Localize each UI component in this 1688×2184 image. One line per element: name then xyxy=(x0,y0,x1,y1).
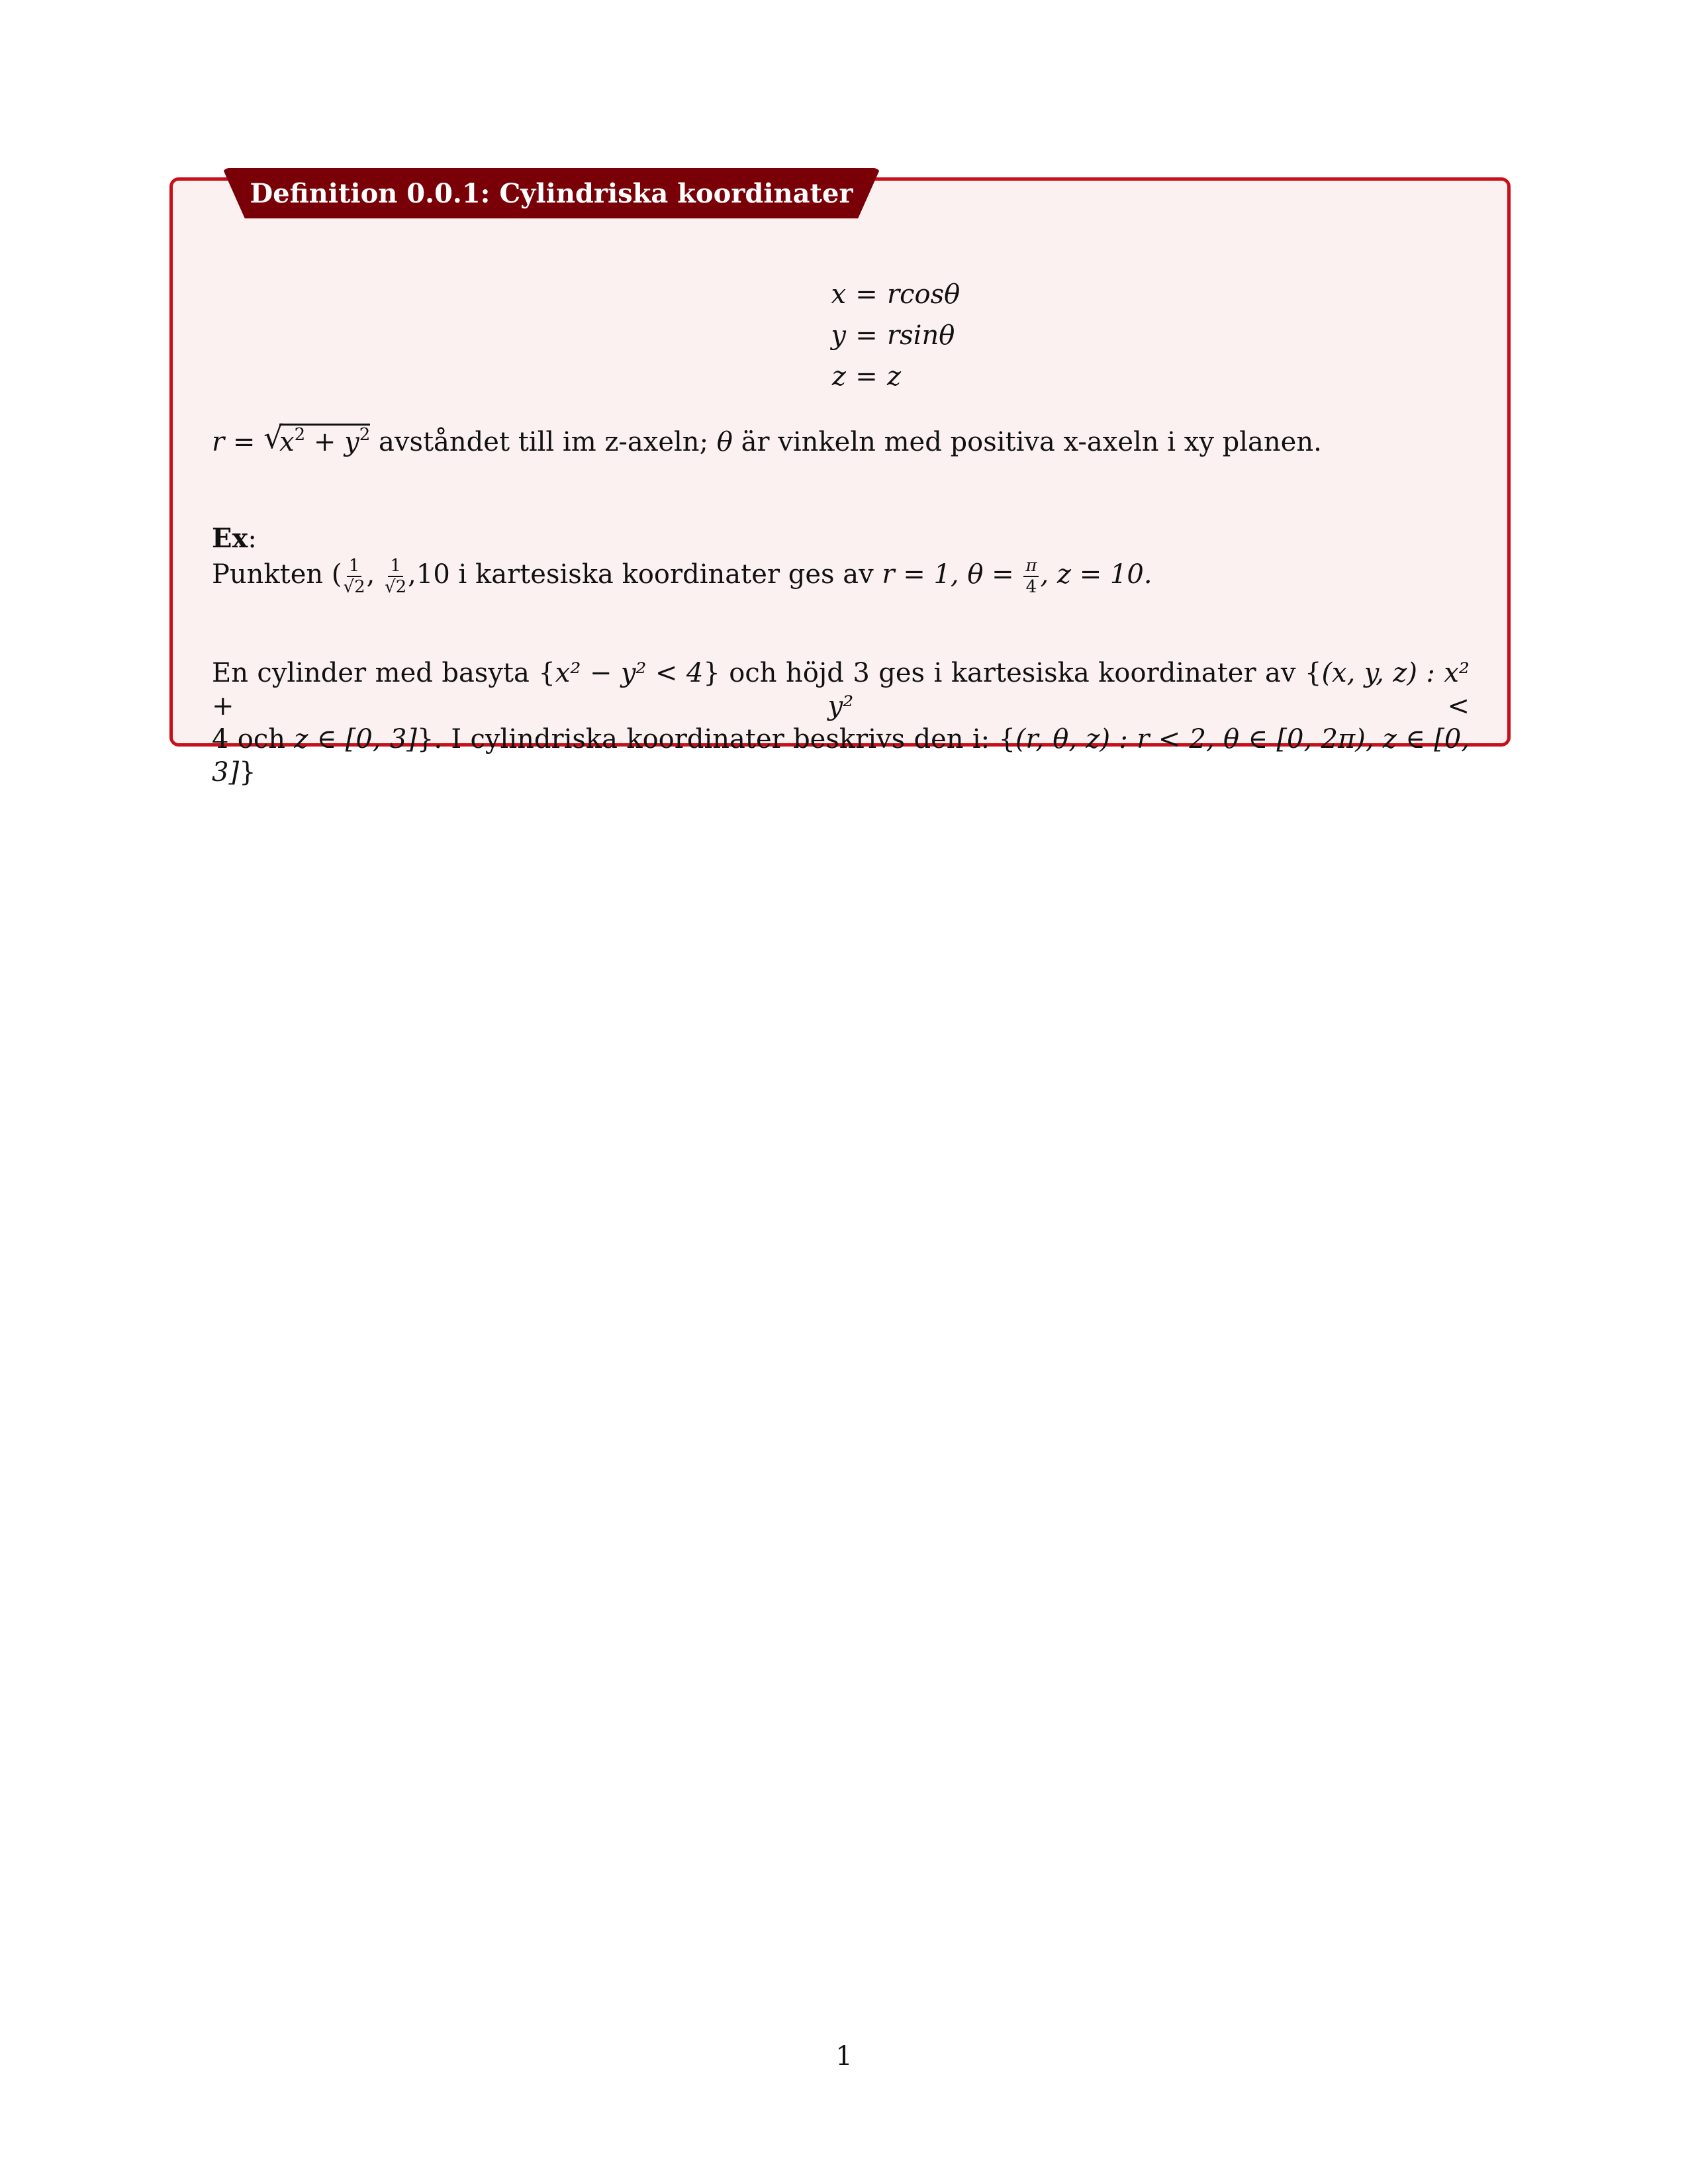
cylinder-text: }. I cylindriska koordinater beskrivs de… xyxy=(416,724,1015,754)
equation-row: z = z xyxy=(662,356,993,397)
cylinder-paragraph: En cylinder med basyta {x² − y² < 4} och… xyxy=(212,657,1470,789)
exponent: 2 xyxy=(359,425,371,445)
equation-row: y = rsinθ xyxy=(662,315,993,356)
equation-lhs: y xyxy=(831,320,846,351)
cylinder-text: } xyxy=(239,757,256,788)
cylinder-text: } och höjd 3 ges i kartesiska koordinate… xyxy=(703,658,1322,688)
fraction-numerator: 1 xyxy=(346,556,362,577)
r-description-1: avståndet till im z-axeln; xyxy=(370,427,717,457)
example-label: Ex xyxy=(212,523,248,554)
cylinder-line-1: En cylinder med basyta {x² − y² < 4} och… xyxy=(212,657,1470,723)
fraction-numerator: 1 xyxy=(388,556,403,577)
equation-operator: = xyxy=(855,361,878,392)
cylinder-line-2: 4 och z ∈ [0, 3]}. I cylindriska koordin… xyxy=(212,723,1470,789)
polar-values: r = 1, θ = xyxy=(882,559,1023,590)
example-tail: , z = 10. xyxy=(1040,559,1152,590)
equation-rhs: rsinθ xyxy=(887,320,955,351)
comma: , xyxy=(408,559,416,590)
equation-rhs: z xyxy=(887,361,902,392)
comma: , xyxy=(366,559,375,590)
radicand: x2 + y2 xyxy=(279,424,371,457)
example-heading: Ex: xyxy=(212,523,257,554)
definition-title: Definition 0.0.1: Cylindriska koordinate… xyxy=(250,177,853,209)
example-line: Punkten (1 √2, 1 √2,10 i kartesiska koordi… xyxy=(212,556,1152,597)
cylinder-math: z ∈ [0, 3] xyxy=(294,724,417,754)
plus-sign: + xyxy=(313,427,336,457)
square-root: √ x2 + y2 xyxy=(263,420,371,457)
equation-block: x = rcosθ y = rsinθ z = z xyxy=(662,274,993,397)
example-prefix: Punkten ( xyxy=(212,559,342,590)
fraction-numerator: π xyxy=(1023,556,1039,577)
equation-lhs: z xyxy=(831,361,846,392)
theta-symbol: θ xyxy=(716,427,733,457)
example-colon: : xyxy=(248,523,257,554)
cylinder-text: 4 och xyxy=(212,724,295,754)
exponent: 2 xyxy=(294,425,306,445)
page-number: 1 xyxy=(835,2041,853,2071)
fraction-denominator: √2 xyxy=(385,577,407,597)
radical-sign-icon: √ xyxy=(263,420,283,455)
example-after: 10 i kartesiska koordinater ges av xyxy=(416,559,882,590)
equation-row: x = rcosθ xyxy=(662,274,993,315)
r-symbol: r xyxy=(212,427,225,457)
fraction: 1 √2 xyxy=(344,556,365,597)
equation-operator: = xyxy=(855,320,878,351)
equation-operator: = xyxy=(855,279,878,310)
equation-rhs: rcosθ xyxy=(887,279,961,310)
fraction: π4 xyxy=(1023,556,1039,597)
equals-sign: = xyxy=(232,427,256,457)
radicand-y: y xyxy=(344,427,359,457)
fraction: 1 √2 xyxy=(385,556,406,597)
fraction-denominator: √2 xyxy=(343,577,365,597)
r-definition-line: r = √ x2 + y2 avståndet till im z-axeln; … xyxy=(212,420,1322,457)
equation-lhs: x xyxy=(831,279,846,310)
r-description-2: är vinkeln med positiva x-axeln i xy pla… xyxy=(732,427,1322,457)
cylinder-math: x² − y² < 4 xyxy=(555,658,704,688)
fraction-denominator: 4 xyxy=(1025,577,1037,597)
cylinder-text: En cylinder med basyta { xyxy=(212,658,555,688)
